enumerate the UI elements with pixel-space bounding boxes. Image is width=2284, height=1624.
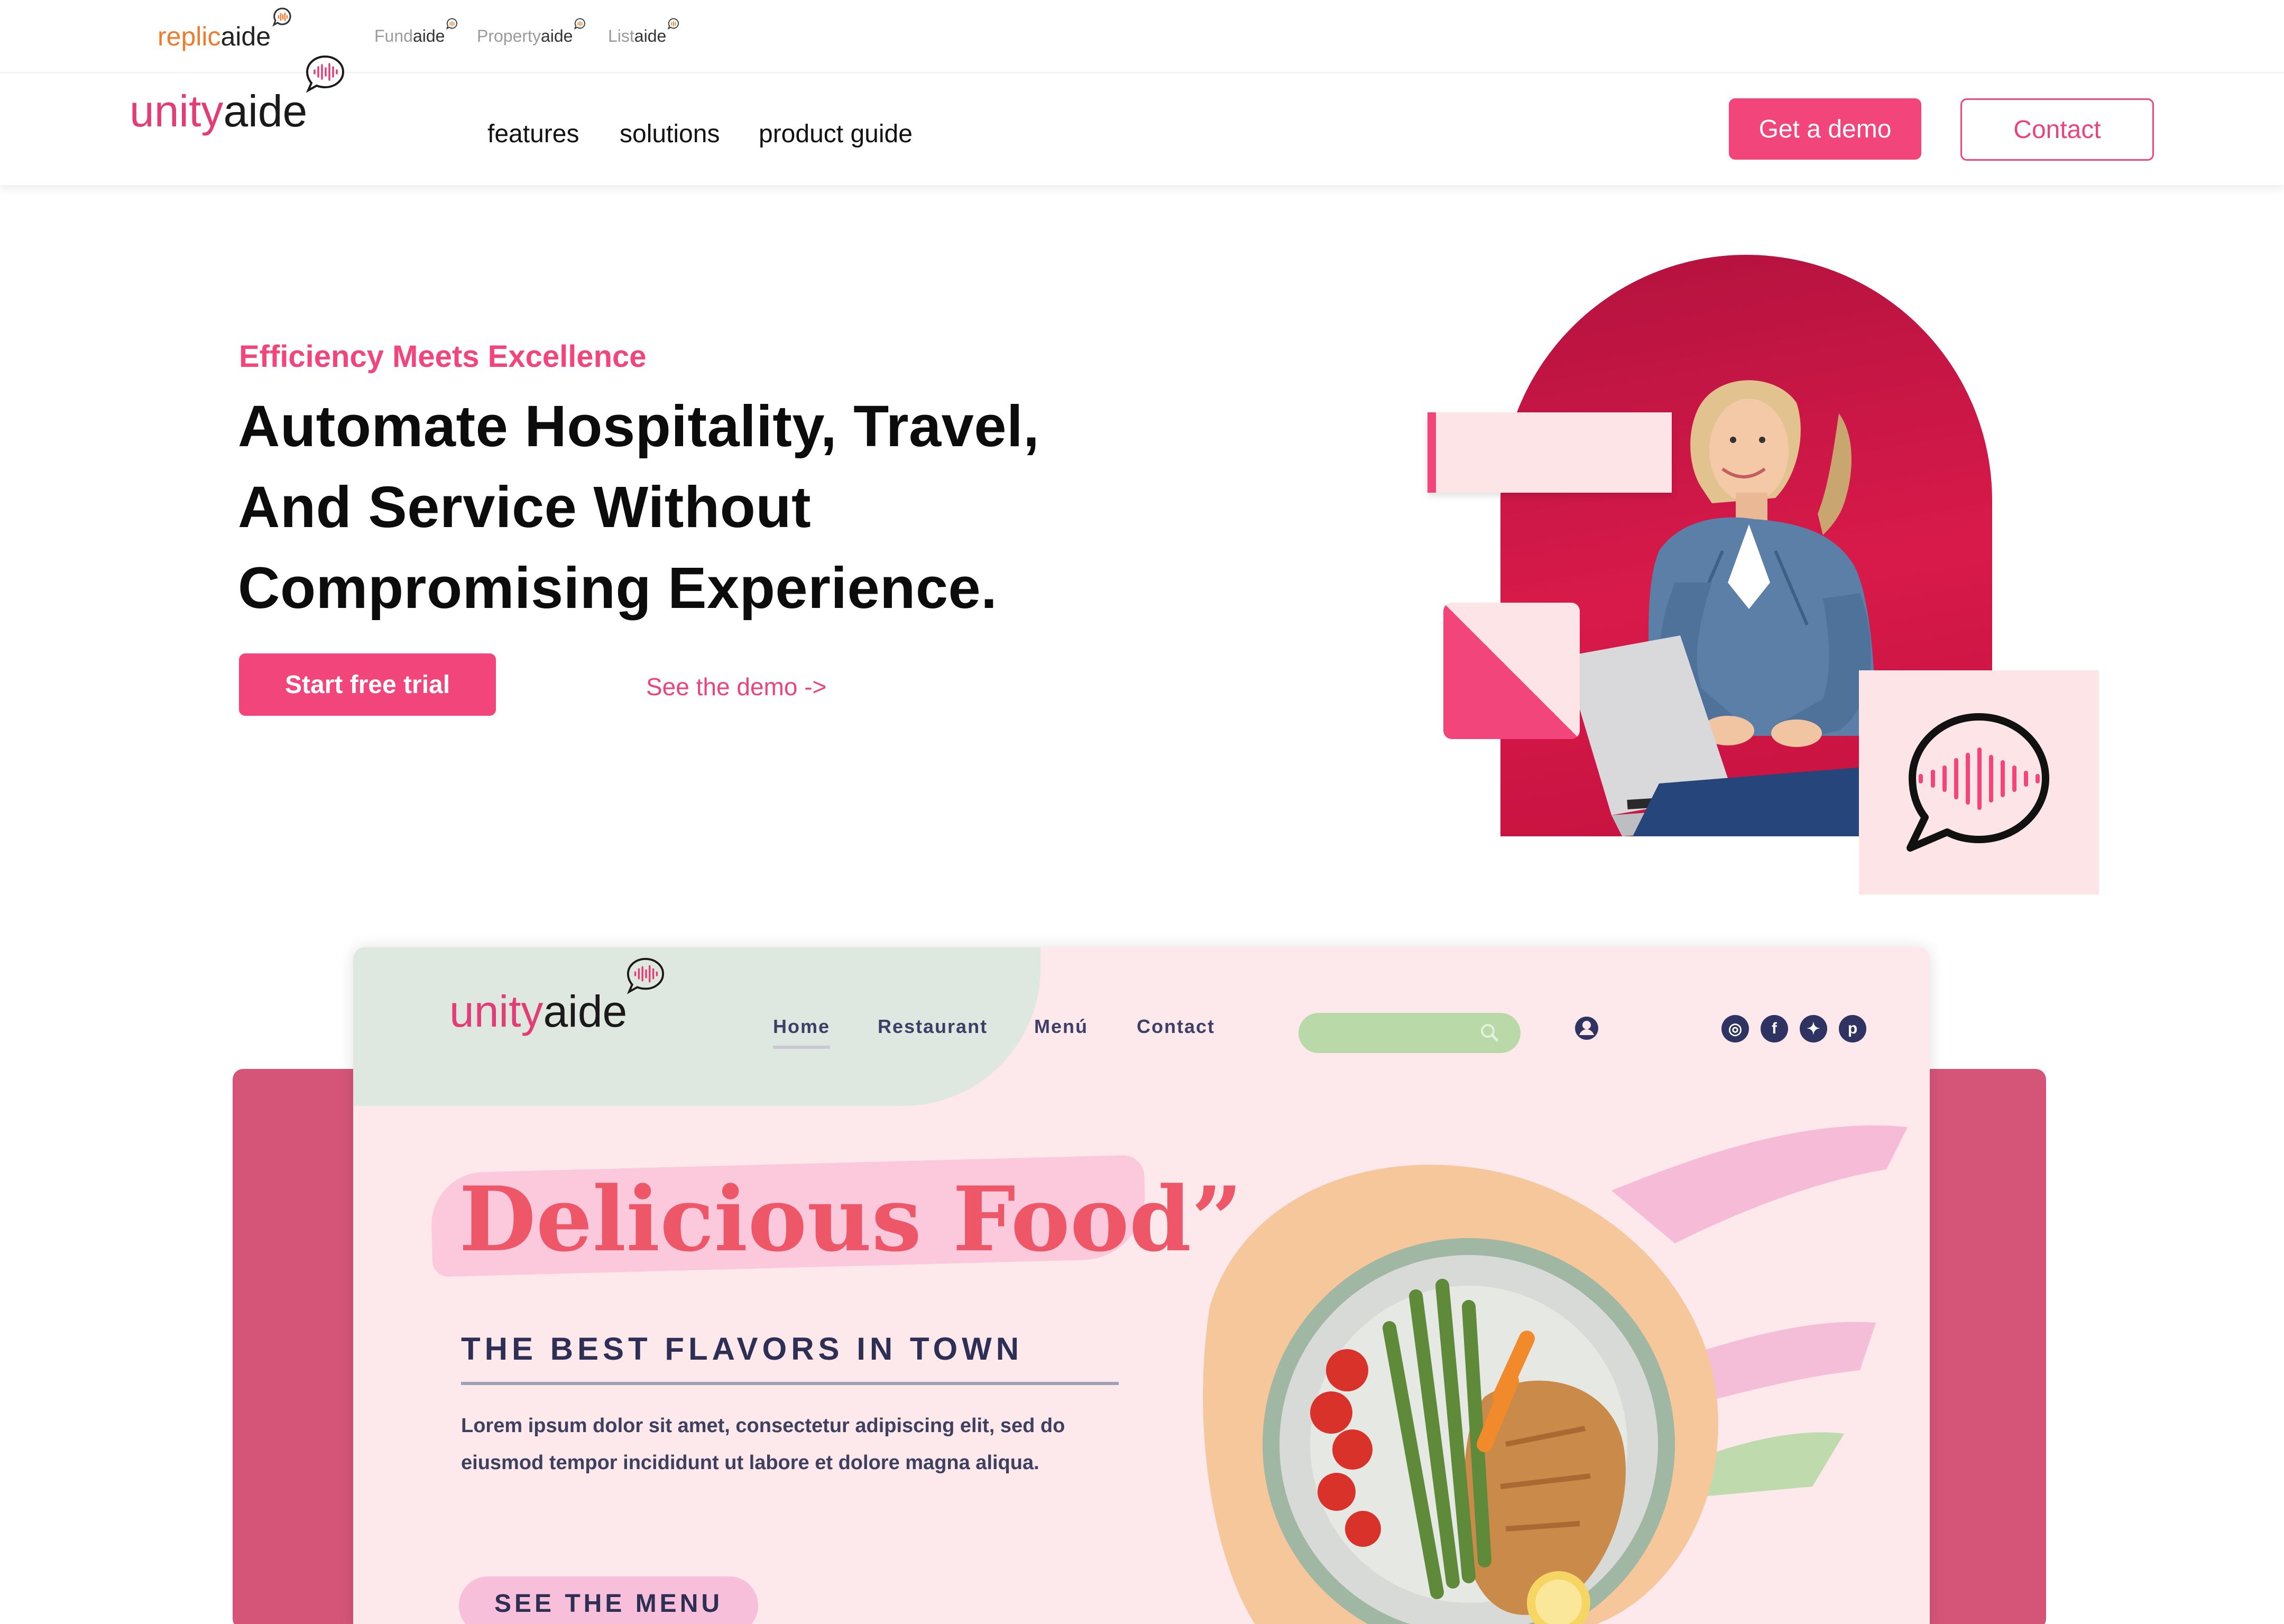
mockup-nav-menu: Menú [1034, 1016, 1088, 1037]
unityaide-logo[interactable]: unity aide [130, 55, 346, 136]
voice-bubble-icon [304, 54, 346, 100]
mockup-body-text: Lorem ipsum dolor sit amet, consectetur … [461, 1415, 1065, 1474]
instagram-icon: ◎ [1721, 1015, 1749, 1042]
divider [461, 1382, 1119, 1385]
facebook-icon: f [1761, 1015, 1788, 1042]
chat-bubble-icon [574, 16, 586, 33]
logo-part: Property [477, 26, 541, 45]
see-demo-link[interactable]: See the demo -> [646, 675, 826, 699]
food-plate-image [1203, 1165, 1718, 1624]
logo-part: aide [634, 26, 667, 45]
restaurant-site-mockup: unity aide Home Restaurant Menú Contact ◎… [353, 947, 1930, 1624]
nav-solutions-link[interactable]: solutions [620, 122, 720, 147]
propertyaide-logo[interactable]: Property aide [477, 18, 586, 45]
user-icon [1573, 1015, 1600, 1044]
logo-part: List [608, 26, 634, 45]
search-icon [1479, 1022, 1500, 1046]
mockup-search-bar [1298, 1013, 1521, 1053]
get-demo-button[interactable]: Get a demo [1729, 98, 1921, 160]
mockup-nav-home: Home [773, 1016, 831, 1049]
chat-bubble-icon [446, 16, 458, 33]
headline-line: Compromising Experience. [238, 556, 998, 621]
mockup-social-icons: ◎ f ✦ p [1721, 1015, 1866, 1042]
chat-bubble-icon [667, 16, 680, 33]
mockup-nav-contact: Contact [1137, 1016, 1215, 1037]
headline-line: Automate Hospitality, Travel, [238, 394, 1040, 459]
headline-line: And Service Without [238, 475, 812, 540]
mockup-nav-restaurant: Restaurant [878, 1016, 988, 1037]
logo-part: aide [220, 22, 271, 51]
mockup-logo: unity aide [449, 957, 666, 1036]
nav-product-guide-link[interactable]: product guide [759, 122, 913, 147]
mockup-title: Delicious Food” [459, 1167, 1242, 1271]
logo-part: aide [543, 986, 628, 1036]
fundaide-logo[interactable]: Fund aide [374, 18, 458, 45]
twitter-icon: ✦ [1800, 1015, 1827, 1042]
decorative-triangle-card [1443, 603, 1580, 739]
logo-part: Fund [374, 26, 413, 45]
decorative-pink-card [1428, 412, 1672, 493]
nav-features-link[interactable]: features [487, 122, 579, 147]
mockup-see-menu-button: SEE THE MENU [459, 1576, 758, 1624]
start-free-trial-button[interactable]: Start free trial [239, 653, 496, 716]
logo-part: aide [223, 86, 308, 136]
pinterest-icon: p [1839, 1015, 1866, 1042]
contact-button[interactable]: Contact [1960, 98, 2154, 161]
logo-part: replic [158, 22, 221, 51]
logo-part: aide [412, 26, 445, 45]
replicaide-logo[interactable]: replic aide [158, 7, 293, 51]
voice-bubble-icon [625, 957, 666, 1002]
voice-chat-icon [1907, 713, 2049, 852]
hero-eyebrow: Efficiency Meets Excellence [239, 339, 647, 374]
mockup-subtitle: THE BEST FLAVORS IN TOWN [461, 1331, 1024, 1367]
listaide-logo[interactable]: List aide [608, 18, 680, 45]
logo-part: aide [540, 26, 573, 45]
logo-part: unity [130, 86, 224, 136]
hero-headline: Automate Hospitality, Travel, And Servic… [238, 386, 1242, 629]
logo-part: unity [449, 986, 544, 1036]
voice-assistant-card [1859, 670, 2099, 894]
chat-bubble-icon [272, 5, 293, 32]
